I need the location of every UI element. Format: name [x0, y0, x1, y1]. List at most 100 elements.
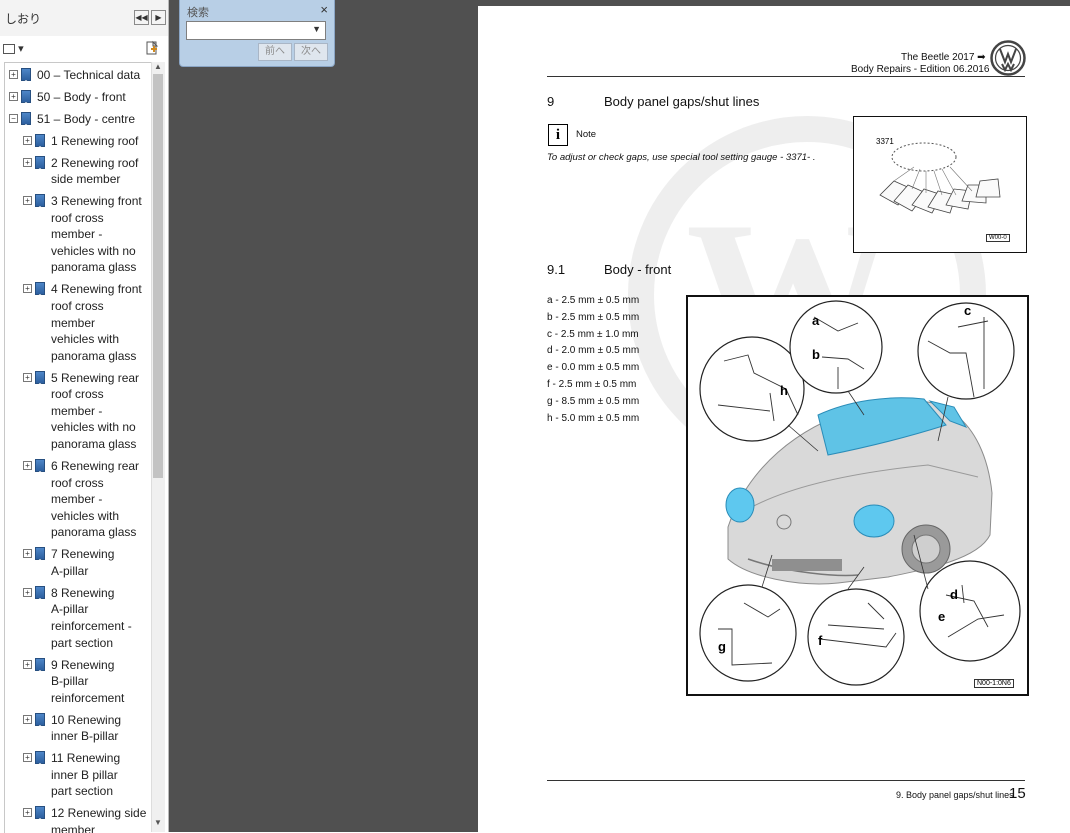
bookmark-label: part section [51, 635, 114, 650]
bookmark-label: 6 Renewing rear [51, 459, 140, 473]
bookmark-options-button[interactable]: ▾ [3, 42, 24, 55]
list-options-icon [3, 44, 15, 55]
bookmarks-scrollbar[interactable]: ▲ ▼ [151, 62, 165, 832]
expand-icon[interactable]: + [23, 587, 32, 597]
bookmark-label: 11 Renewing [51, 751, 121, 766]
expand-icon[interactable]: + [23, 808, 32, 818]
note-label: Note [576, 129, 597, 140]
callout-g: g [718, 639, 726, 654]
bookmark-label: member [51, 822, 96, 833]
expand-icon[interactable]: + [23, 196, 32, 206]
page-number: 15 [1009, 785, 1026, 802]
callout-h: h [780, 383, 788, 398]
bookmark-label: A-pillar [51, 602, 89, 617]
bookmark-label: side member [51, 172, 121, 187]
bookmark-label: member - [51, 403, 103, 418]
expand-icon[interactable]: + [9, 91, 18, 101]
bookmark-icon [35, 547, 45, 563]
bookmark-icon [35, 133, 45, 149]
expand-icon[interactable]: + [9, 70, 18, 79]
bookmark-label: 12 Renewing side [51, 806, 147, 821]
close-search-icon[interactable]: × [320, 2, 328, 17]
bookmark-icon [21, 68, 31, 83]
tool-figure-id: W00-0 [986, 234, 1010, 242]
search-title: 検索 [187, 7, 209, 19]
bookmark-icon [35, 194, 45, 210]
tool-label: 3371 [876, 137, 894, 146]
bookmark-icon [35, 155, 45, 171]
collapse-panel-button[interactable]: ◀◀ [134, 10, 149, 25]
bookmark-label: roof cross [51, 387, 104, 402]
scroll-down-icon[interactable]: ▼ [154, 818, 162, 827]
bookmarks-tree: +00 – Technical data +50 – Body - front − 5… [4, 62, 151, 833]
bookmark-icon [35, 712, 45, 728]
bookmark-label: inner B pillar [51, 767, 118, 782]
gap-spec-item: f - 2.5 mm ± 0.5 mm [547, 379, 637, 390]
bookmark-label: reinforcement - [51, 618, 132, 633]
bookmark-label: panorama glass [51, 348, 137, 363]
bookmark-label: vehicles with [51, 332, 120, 347]
bookmark-label: reinforcement [51, 690, 125, 705]
expand-icon[interactable]: + [23, 659, 32, 669]
bookmark-icon [35, 459, 45, 474]
bookmark-label: roof cross [51, 210, 104, 225]
bookmark-icon [21, 89, 31, 105]
search-panel: 検索 × ▼ 前へ 次へ [179, 0, 335, 67]
vw-logo-icon [990, 40, 1026, 76]
bookmark-icon [35, 370, 45, 386]
bookmark-label: member [51, 315, 96, 330]
search-next-button[interactable]: 次へ [294, 43, 328, 61]
gap-spec-item: c - 2.5 mm ± 1.0 mm [547, 328, 639, 340]
callout-e: e [938, 609, 946, 624]
section-number: 9 [547, 94, 555, 109]
collapse-icon[interactable]: − [9, 113, 18, 123]
bookmark-label: 51 – Body - centre [37, 111, 136, 126]
expand-icon[interactable]: + [23, 753, 32, 763]
expand-icon[interactable]: + [23, 461, 32, 470]
new-bookmark-icon[interactable] [144, 40, 160, 56]
search-input[interactable]: ▼ [186, 21, 326, 40]
gap-spec-item: g - 8.5 mm ± 0.5 mm [547, 395, 640, 407]
expand-icon[interactable]: + [23, 157, 32, 167]
expand-icon[interactable]: + [23, 549, 32, 559]
bookmarks-toolbar: ▾ [0, 38, 168, 60]
bookmark-label: 10 Renewing [51, 712, 122, 727]
expand-icon[interactable]: + [23, 372, 32, 382]
bookmark-icon [21, 111, 31, 127]
setting-gauge-figure: 3371 W00-0 [853, 116, 1027, 253]
bookmark-label: 4 Renewing front [51, 282, 142, 297]
bookmark-label: inner B-pillar [51, 729, 119, 744]
footer-rule [547, 780, 1025, 781]
bookmark-label: 2 Renewing roof [51, 155, 139, 170]
bookmarks-title: しおり [5, 12, 42, 26]
bookmarks-panel: しおり ◀◀ ▶ ▾ +00 – Technical data +50 – Bod… [0, 0, 169, 833]
bookmark-icon [35, 282, 45, 298]
bookmark-label: member - [51, 492, 103, 507]
expand-icon[interactable]: + [23, 714, 32, 724]
scroll-up-icon[interactable]: ▲ [154, 62, 162, 71]
bookmark-icon [35, 751, 45, 767]
expand-icon[interactable]: + [23, 284, 32, 294]
callout-c: c [964, 303, 972, 318]
callout-b: b [812, 347, 820, 362]
expand-icon[interactable]: + [23, 135, 32, 145]
bookmark-icon [35, 585, 45, 601]
search-prev-button[interactable]: 前へ [258, 43, 292, 61]
expand-panel-button[interactable]: ▶ [151, 10, 166, 25]
car-figure-id: N00-1:0N6 [974, 679, 1014, 688]
gap-spec-item: a - 2.5 mm ± 0.5 mm [547, 295, 640, 306]
section-title: Body panel gaps/shut lines [604, 94, 760, 109]
bookmark-label: A-pillar [51, 563, 89, 578]
bookmark-label: roof cross [51, 475, 104, 490]
search-dropdown-icon[interactable]: ▼ [312, 24, 321, 34]
bookmark-icon [35, 806, 45, 822]
footer-text: 9. Body panel gaps/shut lines [896, 790, 1014, 800]
bookmark-icon [35, 657, 45, 673]
header-rule [547, 76, 1025, 77]
bookmark-label: 00 – Technical data [37, 68, 141, 82]
bookmark-label: vehicles with no [51, 420, 136, 435]
gap-spec-item: d - 2.0 mm ± 0.5 mm [547, 345, 640, 357]
car-drawing [699, 300, 1021, 686]
note-text: To adjust or check gaps, use special too… [547, 152, 816, 163]
scrollbar-thumb[interactable] [153, 74, 163, 478]
